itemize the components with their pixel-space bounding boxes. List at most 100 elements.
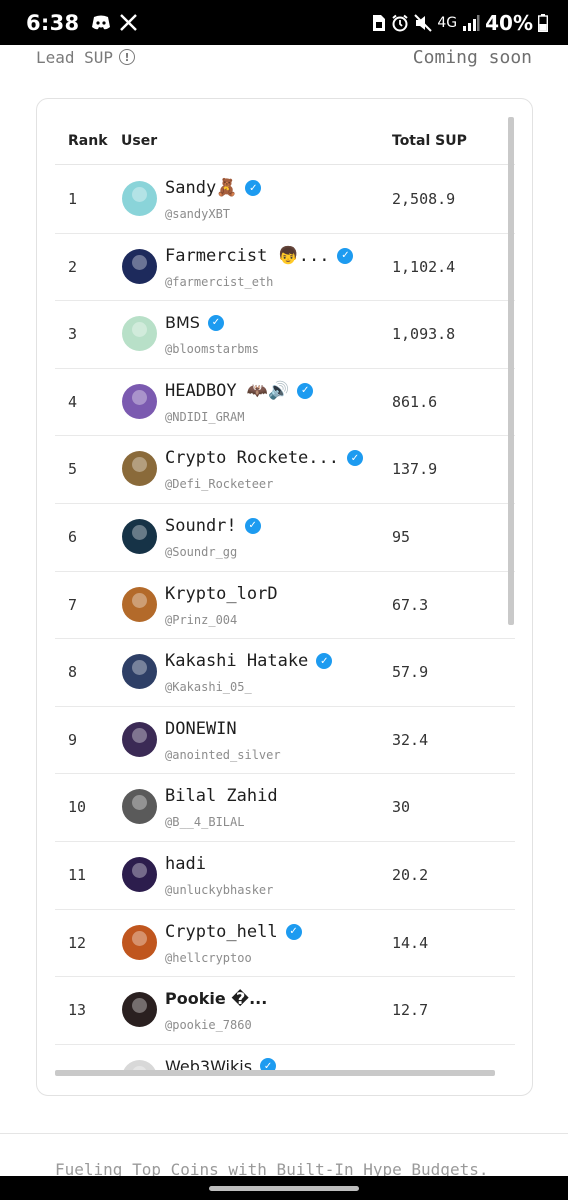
- leaderboard-row[interactable]: 12 Crypto_hell ✓ @hellcryptoo 14.4: [55, 910, 515, 978]
- avatar[interactable]: [122, 181, 157, 216]
- leaderboard-row[interactable]: 7 Krypto_lorD @Prinz_004 67.3: [55, 572, 515, 640]
- avatar[interactable]: [122, 721, 157, 757]
- leaderboard-row[interactable]: 5 Crypto Rockete... ✓ @Defi_Rocketeer 137.9: [55, 436, 515, 504]
- leaderboard-rows[interactable]: 1 Sandy🧸 ✓ @sandyXBT 2,508.9 2 Farmercist 👦...…: [55, 166, 515, 1070]
- row-rank: 11: [68, 865, 87, 884]
- user-handle: @Kakashi_05_: [165, 680, 252, 695]
- row-rank: 9: [68, 730, 78, 749]
- verified-badge-icon: ✓: [207, 314, 224, 331]
- status-bar: 6:38 4G 40%: [0, 0, 568, 45]
- leaderboard-row[interactable]: 2 Farmercist 👦... ✓ @farmercist_eth 1,102.4: [55, 234, 515, 302]
- system-navigation-bar: [0, 1176, 568, 1200]
- user-name-line: Bilal Zahid: [165, 786, 278, 806]
- battery-icon: [538, 13, 548, 32]
- row-rank: 7: [68, 595, 78, 614]
- user-display-name[interactable]: Pookie �...: [165, 989, 267, 1008]
- avatar[interactable]: [122, 316, 157, 352]
- leaderboard-row[interactable]: 10 Bilal Zahid @B__4_BILAL 30: [55, 774, 515, 842]
- status-system-icons: 4G 40%: [372, 11, 548, 35]
- 4g-icon: 4G: [437, 14, 458, 31]
- horizontal-scrollbar[interactable]: [55, 1070, 495, 1076]
- row-total-sup: 1,102.4: [392, 257, 456, 276]
- user-handle: @bloomstarbms: [165, 342, 259, 357]
- row-rank: 5: [68, 460, 78, 479]
- verified-badge-icon: ✓: [245, 180, 262, 196]
- avatar[interactable]: [122, 586, 157, 622]
- row-rank: 12: [68, 933, 87, 952]
- user-name-line: Kakashi Hatake ✓: [165, 651, 333, 671]
- user-name-line: Farmercist 👦... ✓: [165, 246, 354, 266]
- user-handle: @unluckybhasker: [165, 882, 274, 897]
- user-name-line: DONEWIN: [165, 719, 237, 739]
- user-handle: @NDIDI_GRAM: [165, 409, 245, 424]
- user-name-line: Crypto_hell ✓: [165, 922, 302, 942]
- user-name-line: Crypto Rockete... ✓: [165, 448, 363, 468]
- column-header-user[interactable]: User: [121, 133, 157, 149]
- avatar[interactable]: [122, 248, 157, 284]
- user-name-line: hadi: [165, 854, 206, 874]
- user-display-name[interactable]: Crypto Rockete...: [165, 448, 339, 468]
- leaderboard-row[interactable]: 8 Kakashi Hatake ✓ @Kakashi_05_ 57.9: [55, 639, 515, 707]
- user-name-line: Sandy🧸 ✓: [165, 178, 262, 198]
- user-display-name[interactable]: Bilal Zahid: [165, 786, 278, 806]
- leaderboard-row[interactable]: 13 Pookie �... @pookie_7860 12.7: [55, 977, 515, 1045]
- user-display-name[interactable]: DONEWIN: [165, 719, 237, 739]
- user-display-name[interactable]: BMS: [165, 313, 200, 332]
- user-display-name[interactable]: Web3Wikis: [165, 1057, 252, 1070]
- avatar[interactable]: [122, 654, 157, 690]
- user-display-name[interactable]: Farmercist 👦...: [165, 246, 329, 266]
- leaderboard-card: Rank User Total SUP 1 Sandy🧸 ✓ @sandyXBT 2,5…: [36, 98, 533, 1096]
- row-total-sup: 861.6: [392, 392, 438, 411]
- avatar[interactable]: [122, 1059, 157, 1070]
- leaderboard-row[interactable]: 9 DONEWIN @anointed_silver 32.4: [55, 707, 515, 775]
- leaderboard-row[interactable]: 14Web3Wikis✓2.4: [55, 1045, 515, 1070]
- verified-badge-icon: ✓: [244, 517, 261, 534]
- sim-icon: [373, 14, 386, 31]
- lead-sup-text: Lead SUP: [36, 47, 114, 67]
- avatar[interactable]: [122, 924, 157, 960]
- leaderboard-row[interactable]: 3 BMS ✓ @bloomstarbms 1,093.8: [55, 301, 515, 369]
- vertical-scrollbar[interactable]: [508, 117, 514, 625]
- column-header-total-sup[interactable]: Total SUP: [392, 133, 467, 149]
- leaderboard-header: Lead SUP ! Coming soon: [36, 46, 532, 68]
- avatar[interactable]: [122, 992, 157, 1028]
- leaderboard-row[interactable]: 4 HEADBOY 🦇🔊 ✓ @NDIDI_GRAM 861.6: [55, 369, 515, 437]
- column-header-rank[interactable]: Rank: [68, 133, 108, 149]
- discord-icon: [92, 15, 111, 29]
- avatar[interactable]: [122, 856, 157, 892]
- user-handle: @farmercist_eth: [165, 274, 274, 289]
- user-display-name[interactable]: Crypto_hell: [165, 922, 278, 942]
- row-rank: 4: [68, 392, 78, 411]
- avatar[interactable]: [122, 518, 157, 554]
- user-name-line: HEADBOY 🦇🔊 ✓: [165, 381, 314, 401]
- avatar[interactable]: [122, 451, 157, 487]
- user-handle: @sandyXBT: [165, 207, 231, 221]
- user-display-name[interactable]: Kakashi Hatake: [165, 651, 308, 671]
- user-display-name[interactable]: HEADBOY 🦇🔊: [165, 381, 289, 401]
- row-total-sup: 1,093.8: [392, 325, 456, 344]
- home-gesture-handle[interactable]: [209, 1186, 359, 1191]
- table-header: Rank User Total SUP: [55, 117, 515, 165]
- verified-badge-icon: ✓: [297, 382, 314, 399]
- user-display-name[interactable]: hadi: [165, 854, 206, 874]
- avatar[interactable]: [122, 789, 157, 825]
- verified-badge-icon: ✓: [260, 1058, 277, 1070]
- coming-soon-text: Coming soon: [412, 46, 532, 68]
- row-rank: 6: [68, 527, 78, 546]
- leaderboard-row[interactable]: 6 Soundr! ✓ @Soundr_gg 95: [55, 504, 515, 572]
- leaderboard-row[interactable]: 11 hadi @unluckybhasker 20.2: [55, 842, 515, 910]
- user-handle: @hellcryptoo: [165, 950, 252, 965]
- row-rank: 13: [68, 1001, 87, 1020]
- leaderboard-row[interactable]: 1 Sandy🧸 ✓ @sandyXBT 2,508.9: [55, 166, 515, 234]
- user-handle: @B__4_BILAL: [165, 815, 245, 830]
- verified-badge-icon: ✓: [316, 653, 333, 670]
- row-total-sup: 95: [392, 527, 411, 546]
- status-time: 6:38: [26, 10, 80, 35]
- user-display-name[interactable]: Soundr!: [165, 516, 237, 536]
- user-display-name[interactable]: Sandy🧸: [165, 178, 237, 198]
- row-total-sup: 20.2: [392, 865, 429, 884]
- info-icon[interactable]: !: [119, 49, 136, 65]
- avatar[interactable]: [122, 383, 157, 419]
- user-display-name[interactable]: Krypto_lorD: [165, 584, 278, 604]
- user-name-line: Pookie �...: [165, 989, 267, 1008]
